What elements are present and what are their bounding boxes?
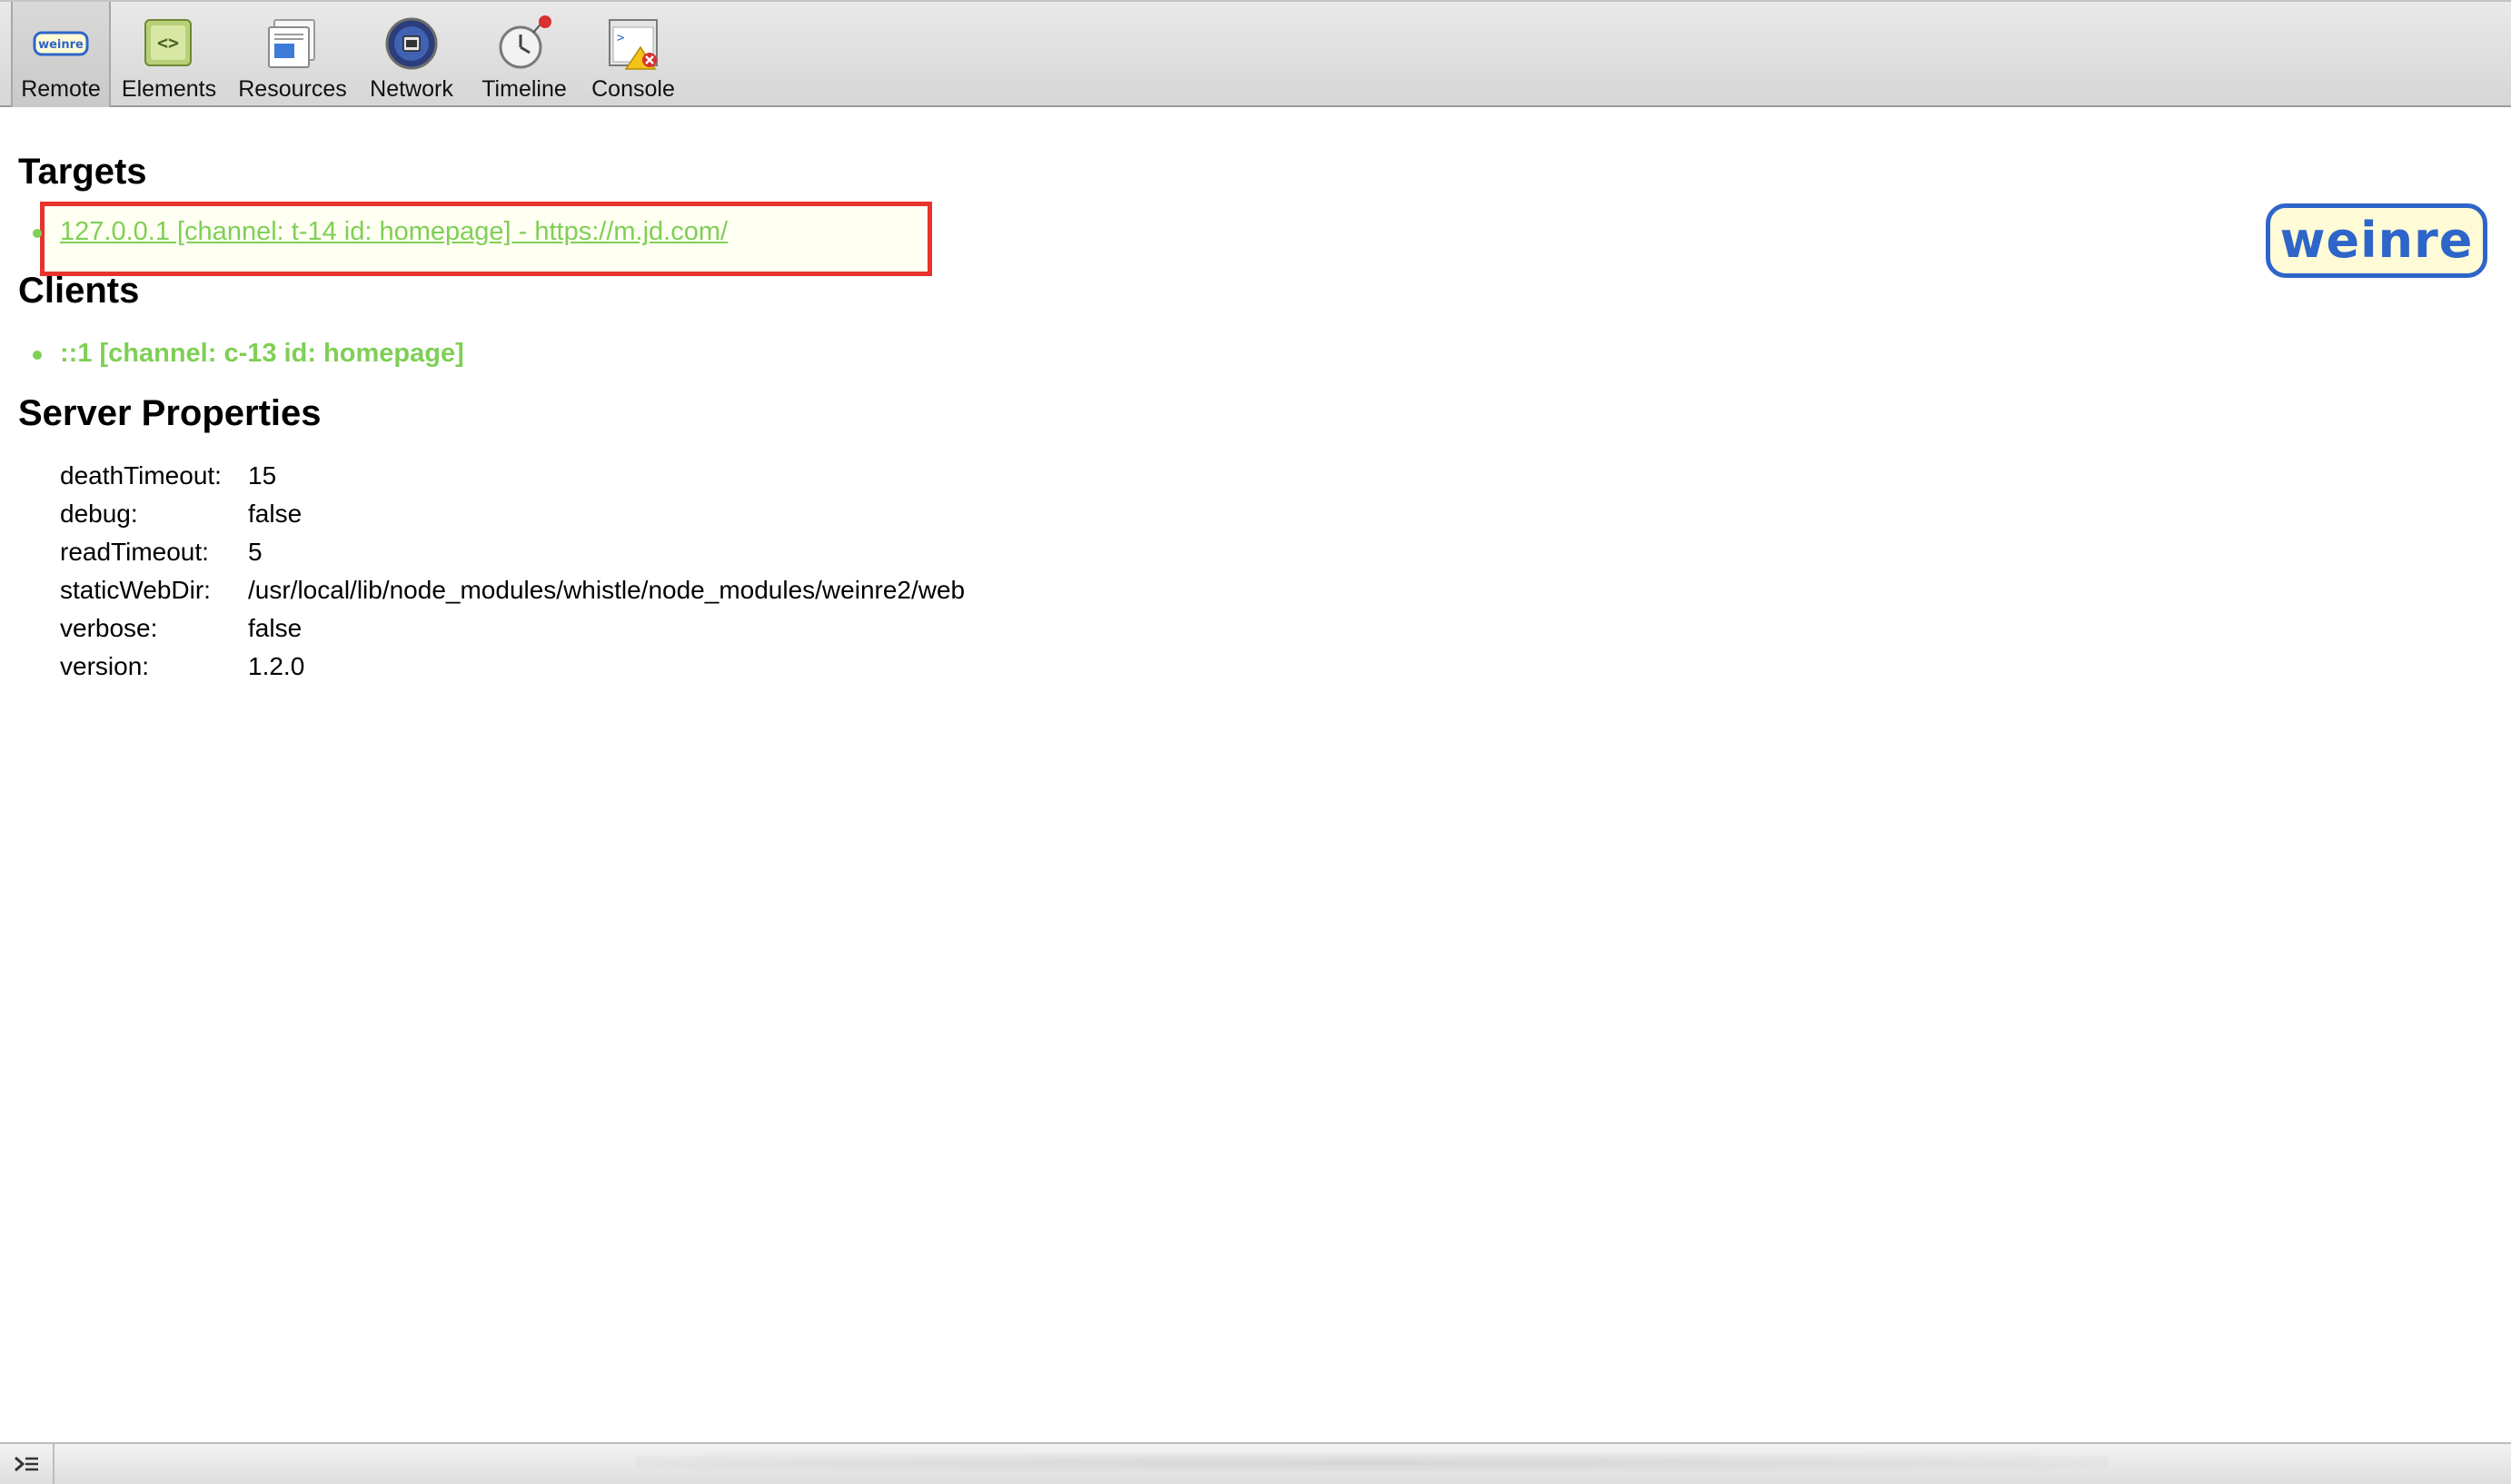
tab-timeline-label: Timeline [481, 76, 567, 102]
svg-text:weinre: weinre [38, 38, 84, 52]
target-link[interactable]: 127.0.0.1 [channel: t-14 id: homepage] -… [60, 217, 728, 246]
tab-console-label: Console [591, 76, 675, 102]
property-key: staticWebDir: [60, 576, 211, 604]
resources-icon [268, 19, 315, 68]
target-item[interactable]: 127.0.0.1 [channel: t-14 id: homepage] -… [32, 217, 728, 246]
property-value: 5 [248, 538, 263, 566]
elements-icon: <> [144, 19, 192, 66]
svg-text:>: > [617, 31, 624, 45]
property-key: readTimeout: [60, 538, 209, 566]
property-key: debug: [60, 500, 138, 528]
tab-timeline[interactable]: Timeline [469, 2, 580, 107]
console-toggle-button[interactable] [0, 1444, 55, 1484]
console-icon: > [609, 19, 658, 70]
server-properties-heading: Server Properties [18, 393, 322, 433]
console-toggle-icon [15, 1456, 38, 1472]
status-bar-shadow [636, 1453, 2108, 1471]
clients-heading: Clients [18, 271, 140, 311]
weinre-logo-text: weinre [2279, 212, 2474, 269]
tab-elements-label: Elements [121, 76, 217, 102]
property-key: verbose: [60, 614, 158, 642]
toolbar: weinre Remote <> Elements Resources Netw… [0, 0, 2511, 107]
property-value: 1.2.0 [248, 652, 305, 680]
weinre-icon: weinre [33, 31, 89, 56]
svg-text:<>: <> [157, 32, 179, 54]
tab-resources-label: Resources [238, 76, 347, 102]
client-label: ::1 [channel: c-13 id: homepage] [60, 339, 464, 368]
tab-resources[interactable]: Resources [231, 2, 354, 107]
status-bar [0, 1442, 2511, 1484]
tab-remote-label: Remote [21, 76, 101, 102]
property-key: deathTimeout: [60, 461, 222, 490]
tab-remote[interactable]: weinre Remote [11, 2, 111, 107]
tab-elements[interactable]: <> Elements [113, 2, 225, 107]
property-value: 15 [248, 461, 277, 490]
property-value: false [248, 500, 303, 528]
client-item: ::1 [channel: c-13 id: homepage] [33, 339, 464, 368]
weinre-logo: weinre [2266, 203, 2487, 278]
property-value: false [248, 614, 303, 642]
property-key: version: [60, 652, 150, 680]
network-icon [385, 17, 438, 70]
tab-console[interactable]: > Console [585, 2, 681, 107]
timeline-icon [499, 15, 551, 69]
tab-network-label: Network [370, 76, 453, 102]
tab-network[interactable]: Network [360, 2, 463, 107]
property-value: /usr/local/lib/node_modules/whistle/node… [248, 576, 966, 604]
targets-heading: Targets [18, 152, 147, 192]
